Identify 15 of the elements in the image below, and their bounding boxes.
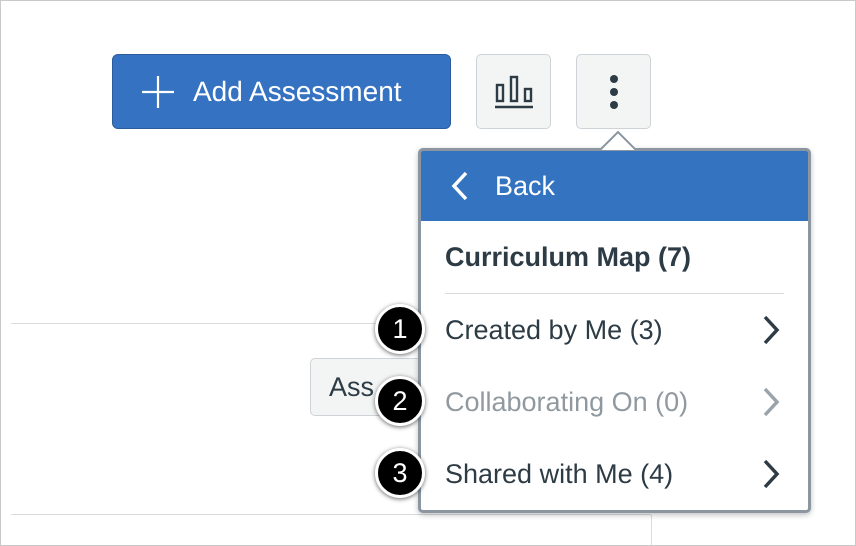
chart-button[interactable] (476, 54, 551, 129)
bar-chart-icon (494, 74, 534, 108)
more-options-button[interactable] (576, 54, 651, 129)
kebab-menu-icon (608, 74, 618, 110)
step-number-badge: 2 (375, 376, 425, 426)
step-number-badge: 3 (375, 448, 425, 498)
back-button[interactable]: Back (421, 151, 808, 221)
plus-icon (141, 74, 175, 108)
chevron-left-icon (451, 171, 469, 201)
step-number-badge: 1 (375, 304, 425, 354)
add-assessment-button[interactable]: Add Assessment (112, 54, 451, 129)
chevron-right-icon (762, 459, 780, 489)
menu-title: Curriculum Map (7) (445, 242, 692, 272)
chevron-right-icon (762, 387, 780, 417)
chevron-right-icon (762, 315, 780, 345)
